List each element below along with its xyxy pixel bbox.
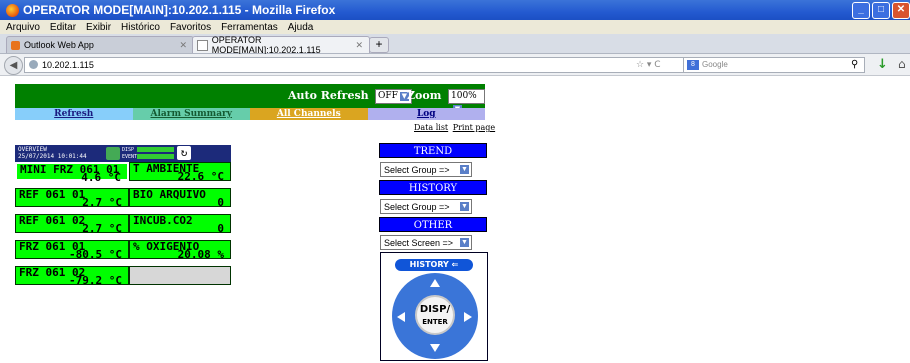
history-group-select[interactable]: Select Group => ▼ — [380, 199, 472, 214]
tab-strip: Outlook Web App ✕ OPERATOR MODE[MAIN]:10… — [0, 34, 910, 55]
site-identity-icon — [29, 60, 38, 69]
tab-label: OPERATOR MODE[MAIN]:10.202.1.115 — [211, 35, 321, 55]
auto-refresh-label: Auto Refresh — [288, 89, 369, 102]
menu-historico[interactable]: Histórico — [121, 22, 160, 33]
channel-value: -80.5 °C — [69, 248, 122, 261]
other-screen-select[interactable]: Select Screen => ▼ — [380, 235, 472, 250]
channel-name: INCUB.CO2 — [133, 214, 193, 227]
empty-cell — [129, 266, 231, 285]
menu-arquivo[interactable]: Arquivo — [6, 22, 40, 33]
event-indicator — [137, 154, 174, 159]
navigation-bar: ◀ 10.202.1.115 ☆ ▾ C 8 Google ⚲ ↓ ⌂ — [0, 54, 910, 76]
channel-cell[interactable]: T AMBIENTE 22.6 °C — [129, 162, 231, 183]
arrow-down-icon[interactable] — [430, 344, 440, 352]
nav-refresh[interactable]: Refresh — [15, 108, 133, 120]
back-button[interactable]: ◀ — [4, 56, 23, 75]
chevron-down-icon: ▼ — [460, 165, 469, 174]
overview-title: OVERVIEW — [18, 146, 47, 153]
disp-label: DISP — [122, 147, 135, 153]
search-engine-icon[interactable]: 8 — [687, 60, 699, 70]
nav-alarm-summary[interactable]: Alarm Summary — [132, 108, 250, 120]
channel-name: BIO ARQUIVO — [133, 188, 206, 201]
menu-favoritos[interactable]: Favoritos — [170, 22, 211, 33]
event-label: EVENT — [122, 154, 138, 160]
window-title: OPERATOR MODE[MAIN]:10.202.1.115 - Mozil… — [23, 3, 336, 17]
channel-value: 2.7 °C — [82, 222, 122, 235]
channel-cell[interactable]: REF 061 02 2.7 °C — [15, 214, 129, 235]
nav-all-channels[interactable]: All Channels — [250, 108, 368, 120]
history-header: HISTORY — [379, 180, 487, 195]
search-icon[interactable]: ⚲ — [851, 59, 858, 70]
maximize-button[interactable]: □ — [872, 2, 890, 19]
arrow-up-icon[interactable] — [430, 279, 440, 287]
tab-close-icon[interactable]: ✕ — [179, 40, 187, 51]
channel-cell[interactable]: MINI FRZ 061 01 4.6 °C — [15, 162, 129, 184]
refresh-icon[interactable]: ↻ — [177, 146, 191, 160]
menu-ajuda[interactable]: Ajuda — [288, 22, 314, 33]
data-list-link[interactable]: Data list — [414, 123, 448, 132]
close-button[interactable]: ✕ — [892, 2, 910, 19]
trend-header: TREND — [379, 143, 487, 158]
channel-cell[interactable]: BIO ARQUIVO 0 — [129, 188, 231, 209]
search-bar[interactable]: 8 Google — [683, 57, 865, 73]
bookmark-star-icon[interactable]: ☆ ▾ C — [636, 60, 661, 70]
channel-cell[interactable]: FRZ 061 02 -79.2 °C — [15, 266, 129, 287]
window-controls: _ □ ✕ — [852, 2, 910, 19]
tab-label: Outlook Web App — [24, 40, 94, 50]
chevron-down-icon: ▼ — [460, 238, 469, 247]
menu-exibir[interactable]: Exibir — [86, 22, 111, 33]
trend-group-select[interactable]: Select Group => ▼ — [380, 162, 472, 177]
channel-name: REF 061 01 — [19, 188, 86, 201]
address-bar[interactable]: 10.202.1.115 — [24, 57, 685, 73]
minimize-button[interactable]: _ — [852, 2, 870, 19]
disp-indicator — [137, 147, 174, 152]
zoom-label: Zoom — [407, 89, 442, 102]
tab-outlook[interactable]: Outlook Web App ✕ — [6, 36, 194, 53]
window-titlebar: OPERATOR MODE[MAIN]:10.202.1.115 - Mozil… — [0, 0, 910, 20]
url-text: 10.202.1.115 — [42, 60, 94, 70]
channel-value: 0 — [217, 196, 224, 209]
menu-bar: Arquivo Editar Exibir Histórico Favorito… — [0, 20, 910, 34]
page-links: Data list Print page — [412, 123, 495, 132]
tab-close-icon[interactable]: ✕ — [355, 40, 363, 51]
tab-operator-mode[interactable]: OPERATOR MODE[MAIN]:10.202.1.115 ✕ — [192, 35, 370, 55]
new-tab-button[interactable]: + — [369, 37, 389, 53]
nav-log[interactable]: Log — [367, 108, 485, 120]
display-icon — [106, 147, 120, 160]
channel-value: -79.2 °C — [69, 274, 122, 287]
other-header: OTHER — [379, 217, 487, 232]
zoom-select[interactable]: 100%▼ — [448, 89, 485, 114]
channel-cell[interactable]: % OXIGENIO 20.08 % — [129, 240, 231, 261]
channel-value: 0 — [217, 222, 224, 235]
page-nav: Refresh Alarm Summary All Channels Log — [15, 108, 485, 120]
search-placeholder: Google — [702, 60, 728, 69]
channel-cell[interactable]: REF 061 01 2.7 °C — [15, 188, 129, 209]
arrow-left-icon[interactable] — [397, 312, 405, 322]
home-icon[interactable]: ⌂ — [898, 57, 906, 71]
channel-value: 20.08 % — [177, 248, 224, 261]
control-keypad: HISTORY ⇐ DISP/ ENTER — [380, 252, 488, 361]
channel-value: 2.7 °C — [82, 196, 122, 209]
page-icon — [197, 39, 208, 51]
chevron-down-icon: ▼ — [460, 202, 469, 211]
download-icon[interactable]: ↓ — [877, 57, 888, 72]
page-header: Auto Refresh OFF▼ Zoom 100%▼ — [15, 84, 485, 114]
menu-ferramentas[interactable]: Ferramentas — [221, 22, 278, 33]
firefox-icon — [6, 3, 19, 17]
arrow-right-icon[interactable] — [464, 312, 472, 322]
overview-header: OVERVIEW 25/07/2014 10:01:44 DISP EVENT … — [15, 145, 231, 162]
menu-editar[interactable]: Editar — [50, 22, 76, 33]
channel-name: REF 061 02 — [19, 214, 86, 227]
disp-enter-button[interactable]: DISP/ ENTER — [415, 295, 455, 335]
overview-datetime: 25/07/2014 10:01:44 — [18, 153, 87, 160]
channel-cell[interactable]: FRZ 061 01 -80.5 °C — [15, 240, 129, 261]
history-button[interactable]: HISTORY ⇐ — [395, 259, 473, 271]
channel-value: 4.6 °C — [81, 171, 121, 184]
channel-value: 22.6 °C — [177, 170, 224, 183]
outlook-icon — [11, 40, 20, 50]
channel-cell[interactable]: INCUB.CO2 0 — [129, 214, 231, 235]
print-page-link[interactable]: Print page — [453, 123, 495, 132]
